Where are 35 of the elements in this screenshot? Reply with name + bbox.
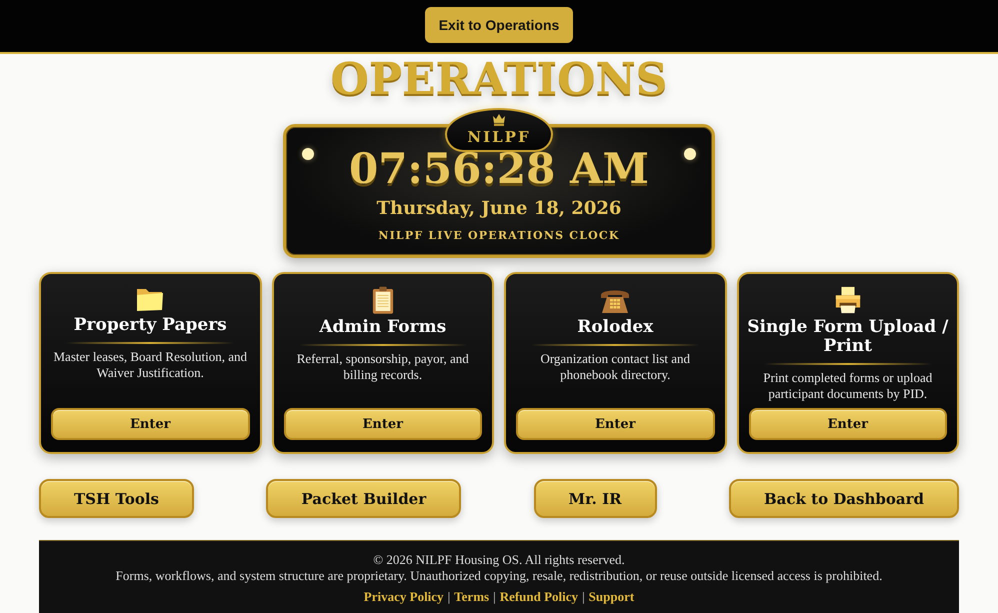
card-description: Organization contact list and phonebook directory.	[539, 351, 692, 383]
card-description: Print completed forms or upload participant documents by PID.	[762, 370, 934, 402]
footer-link[interactable]: Terms	[454, 589, 490, 605]
clock-date: Thursday, June 18, 2026	[376, 197, 622, 221]
nav-button[interactable]: Packet Builder	[266, 479, 462, 518]
brand-label: NILPF	[467, 128, 531, 146]
link-separator: |	[582, 589, 585, 605]
clipboard-icon	[372, 286, 394, 314]
nav-button[interactable]: TSH Tools	[39, 479, 194, 518]
nav-button[interactable]: Mr. IR	[534, 479, 657, 518]
card-description: Referral, sponsorship, payor, and billing records.	[296, 351, 470, 383]
link-separator: |	[493, 589, 496, 605]
link-separator: |	[448, 589, 450, 605]
card-title: Single Form Upload / Print	[746, 318, 950, 356]
enter-button[interactable]: Enter	[748, 408, 947, 440]
exit-button[interactable]: Exit to Operations	[424, 7, 574, 43]
footer-link[interactable]: Support	[588, 589, 634, 605]
crown-icon	[492, 113, 506, 126]
enter-button[interactable]: Enter	[51, 408, 250, 440]
card-title: Rolodex	[577, 318, 654, 337]
lamp-dot-icon	[684, 148, 696, 160]
copyright-text: © 2026 NILPF Housing OS. All rights reserved.	[373, 552, 625, 568]
legal-notice: Forms, workflows, and system structure are proprietary. Unauthorized copying, resale, redistribution, or reuse outside licensed access is prohibited.	[116, 568, 882, 584]
footer-link[interactable]: Refund Policy	[500, 589, 578, 605]
card-description: Master leases, Board Resolution, and Waiver Justification.	[52, 349, 248, 381]
page-title: OPERATIONS	[330, 54, 668, 106]
lamp-dot-icon	[302, 148, 314, 160]
enter-button[interactable]: Enter	[516, 408, 714, 440]
footer-link[interactable]: Privacy Policy	[364, 589, 444, 605]
card-title: Property Papers	[74, 316, 227, 335]
clock-caption: NILPF LIVE OPERATIONS CLOCK	[378, 229, 620, 243]
enter-button[interactable]: Enter	[284, 408, 482, 440]
card-title: Admin Forms	[319, 318, 446, 337]
nav-button[interactable]: Back to Dashboard	[729, 479, 959, 518]
clock-time: 07:56:28 AM	[348, 147, 650, 191]
